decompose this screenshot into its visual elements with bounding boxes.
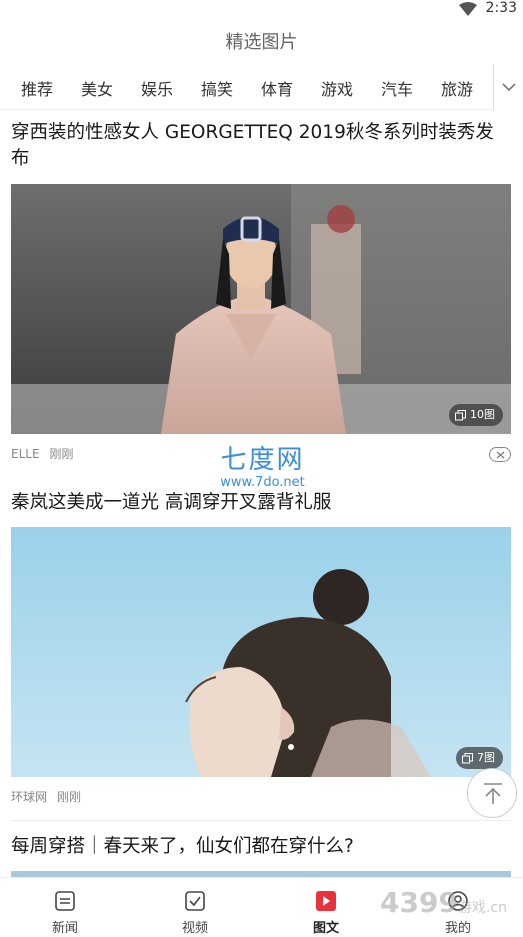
article-card[interactable]: 穿西装的性感女人 GEORGETTEQ 2019秋冬系列时装秀发布 10图 EL… bbox=[0, 110, 523, 480]
gallery-icon bbox=[315, 890, 337, 912]
tab-beauty[interactable]: 美女 bbox=[81, 76, 113, 100]
nav-video[interactable]: 视频 bbox=[130, 878, 260, 937]
article-card[interactable]: 每周穿搭｜春天来了，仙女们都在穿什么? bbox=[0, 820, 523, 877]
article-source: ELLE bbox=[11, 447, 40, 461]
nav-gallery[interactable]: 图文 bbox=[261, 878, 391, 937]
status-time: 2:33 bbox=[485, 0, 517, 16]
dislike-button[interactable] bbox=[489, 447, 511, 462]
article-meta: ELLE 刚刚 bbox=[11, 445, 84, 462]
article-title: 秦岚这美成一道光 高调穿开叉露背礼服 bbox=[11, 492, 332, 513]
article-source: 环球网 bbox=[11, 790, 48, 804]
news-icon bbox=[54, 890, 76, 912]
article-image: 7图 bbox=[11, 527, 511, 777]
page-title: 精选图片 bbox=[225, 32, 298, 53]
chevron-down-icon bbox=[502, 83, 516, 92]
category-tabs: 推荐 美女 娱乐 搞笑 体育 游戏 汽车 旅游 bbox=[0, 64, 523, 110]
tab-cars[interactable]: 汽车 bbox=[381, 76, 413, 100]
app-header: 精选图片 bbox=[0, 24, 523, 62]
gallery-stack-icon bbox=[455, 409, 466, 420]
tab-funny[interactable]: 搞笑 bbox=[201, 76, 233, 100]
tab-entertainment[interactable]: 娱乐 bbox=[141, 76, 173, 100]
video-icon bbox=[184, 890, 206, 912]
article-title: 每周穿搭｜春天来了，仙女们都在穿什么? bbox=[11, 836, 354, 857]
nav-news[interactable]: 新闻 bbox=[0, 878, 130, 937]
tab-sports[interactable]: 体育 bbox=[261, 76, 293, 100]
gallery-stack-icon bbox=[462, 752, 473, 763]
article-title: 穿西装的性感女人 GEORGETTEQ 2019秋冬系列时装秀发布 bbox=[11, 122, 494, 169]
article-meta: 环球网 刚刚 bbox=[11, 788, 91, 805]
image-count-badge: 10图 bbox=[449, 404, 503, 426]
close-icon bbox=[496, 451, 505, 459]
watermark: 七度网 www.7do.net bbox=[220, 445, 305, 490]
tab-travel[interactable]: 旅游 bbox=[441, 76, 473, 100]
scroll-to-top-button[interactable] bbox=[467, 768, 517, 818]
image-count-badge: 7图 bbox=[456, 747, 503, 769]
status-bar: 2:33 bbox=[0, 0, 523, 18]
article-time: 刚刚 bbox=[49, 447, 74, 461]
article-image: 10图 bbox=[11, 184, 511, 434]
tab-games[interactable]: 游戏 bbox=[321, 76, 353, 100]
tab-recommend[interactable]: 推荐 bbox=[21, 76, 53, 100]
arrow-up-icon bbox=[484, 783, 502, 804]
article-card[interactable]: 秦岚这美成一道光 高调穿开叉露背礼服 7图 环球网 刚刚 bbox=[0, 480, 523, 820]
wifi-icon bbox=[459, 1, 477, 20]
corner-watermark: 4399游戏.cn bbox=[380, 886, 507, 919]
article-time: 刚刚 bbox=[57, 790, 82, 804]
more-tabs-button[interactable] bbox=[493, 64, 523, 110]
